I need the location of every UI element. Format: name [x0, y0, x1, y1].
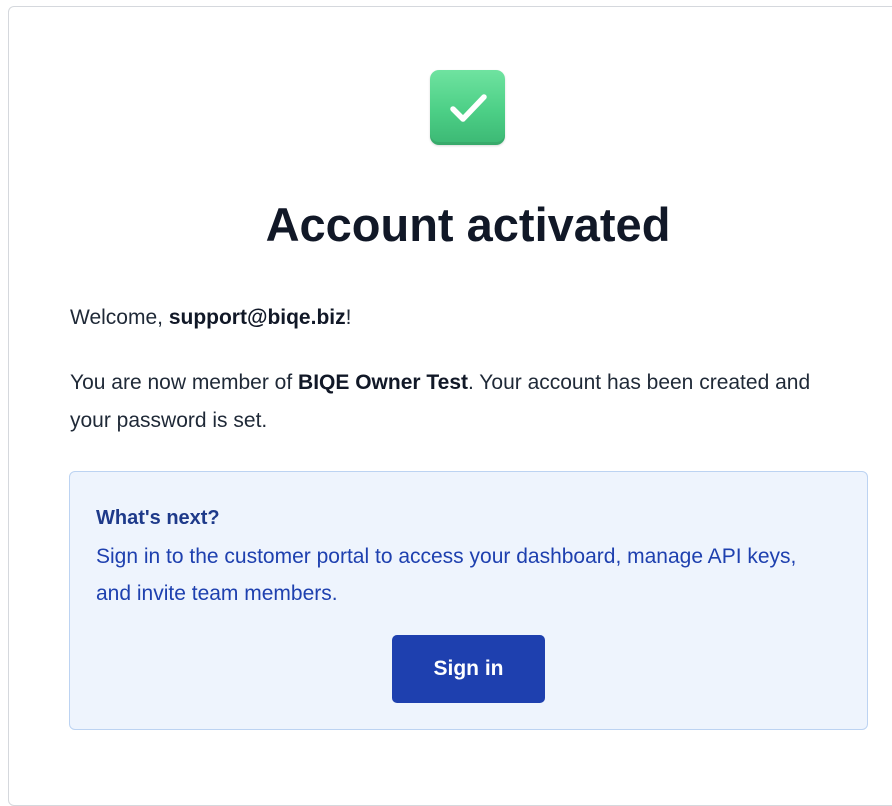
membership-prefix: You are now member of [70, 371, 299, 394]
page-title: Account activated [265, 198, 671, 251]
whats-next-heading: What's next? [96, 507, 220, 529]
membership-message: You are now member of BIQE Owner Test. Y… [70, 364, 830, 440]
whats-next-panel: What's next? Sign in to the customer por… [69, 471, 868, 730]
user-email: support@biqe.biz [168, 306, 346, 329]
welcome-prefix: Welcome, [70, 306, 169, 329]
check-mark-glyph [449, 93, 487, 122]
activation-card: Account activated Welcome, support@biqe.… [8, 6, 892, 806]
sign-in-button[interactable]: Sign in [392, 635, 545, 703]
whats-next-description: Sign in to the customer portal to access… [96, 545, 797, 605]
welcome-suffix: ! [345, 306, 352, 329]
welcome-message: Welcome, support@biqe.biz! [70, 303, 351, 333]
check-mark-icon [430, 70, 505, 145]
organization-name: BIQE Owner Test [298, 371, 469, 394]
